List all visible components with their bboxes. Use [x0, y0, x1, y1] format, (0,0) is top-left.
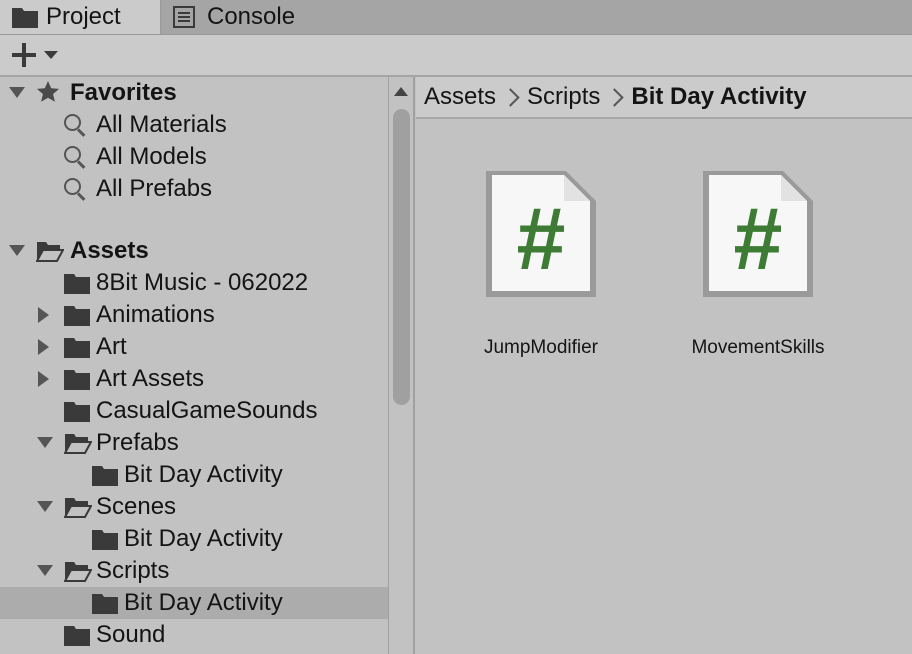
assets-label: Assets [70, 237, 149, 264]
collapse-arrow-icon[interactable] [9, 245, 25, 256]
favorite-item-all-prefabs[interactable]: All Prefabs [0, 173, 388, 205]
favorite-item-label: All Prefabs [96, 175, 213, 202]
tree-folder-art[interactable]: Art [0, 331, 388, 363]
folder-label: Bit Day Activity [124, 589, 283, 616]
csharp-script-icon: # [484, 169, 598, 299]
tree-folder-scenes-bit-day-activity[interactable]: Bit Day Activity [0, 523, 388, 555]
tab-bar: Project Console [0, 0, 912, 35]
asset-item-movementskills[interactable]: # MovementSkills [673, 169, 843, 369]
search-icon [64, 178, 86, 201]
collapse-arrow-icon[interactable] [37, 501, 53, 512]
tree-folder-art-assets[interactable]: Art Assets [0, 363, 388, 395]
folder-open-icon [63, 432, 93, 461]
csharp-script-icon: # [701, 169, 815, 299]
tree-folder-scenes[interactable]: Scenes [0, 491, 388, 523]
tree-folder-scripts[interactable]: Scripts [0, 555, 388, 587]
breadcrumb: Assets Scripts Bit Day Activity [416, 77, 912, 119]
favorite-item-label: All Materials [96, 111, 227, 138]
tree-assets[interactable]: Assets [0, 235, 388, 267]
tree-folder-prefabs-bit-day-activity[interactable]: Bit Day Activity [0, 459, 388, 491]
asset-name: MovementSkills [691, 337, 825, 358]
folder-label: Scenes [96, 493, 177, 520]
search-icon [64, 114, 86, 137]
project-tree: Favorites All Materials All Models All P… [0, 77, 388, 654]
tab-project-label: Project [46, 3, 121, 30]
tree-folder-8bit-music[interactable]: 8Bit Music - 062022 [0, 267, 388, 299]
folder-open-icon [63, 496, 93, 525]
breadcrumb-current[interactable]: Bit Day Activity [631, 83, 806, 111]
console-icon [173, 6, 199, 28]
tree-favorites[interactable]: Favorites [0, 77, 388, 109]
collapse-arrow-icon[interactable] [37, 565, 53, 576]
folder-label: Animations [96, 301, 215, 328]
folder-icon [12, 6, 38, 28]
expand-arrow-icon[interactable] [38, 307, 49, 323]
chevron-right-icon [501, 87, 520, 107]
folder-label: Bit Day Activity [124, 461, 283, 488]
scroll-up-arrow-icon[interactable] [394, 87, 408, 96]
favorite-item-all-models[interactable]: All Models [0, 141, 388, 173]
tree-folder-prefabs[interactable]: Prefabs [0, 427, 388, 459]
hash-glyph: # [517, 189, 566, 288]
star-icon [36, 80, 60, 111]
folder-icon [92, 593, 118, 621]
tree-folder-sound[interactable]: Sound [0, 619, 388, 651]
collapse-arrow-icon[interactable] [9, 87, 25, 98]
folder-label: Prefabs [96, 429, 179, 456]
collapse-arrow-icon[interactable] [37, 437, 53, 448]
breadcrumb-scripts[interactable]: Scripts [527, 83, 600, 111]
folder-label: 8Bit Music - 062022 [96, 269, 309, 296]
folder-label: CasualGameSounds [96, 397, 318, 424]
tree-folder-casualgamesounds[interactable]: CasualGameSounds [0, 395, 388, 427]
favorite-item-label: All Models [96, 143, 207, 170]
tree-scrollbar[interactable] [388, 77, 415, 654]
folder-icon [64, 625, 90, 653]
folder-label: Sound [96, 621, 166, 648]
folder-icon [92, 465, 118, 493]
project-toolbar [0, 35, 912, 77]
create-button[interactable] [12, 40, 64, 70]
asset-name: JumpModifier [483, 337, 599, 358]
favorite-item-all-materials[interactable]: All Materials [0, 109, 388, 141]
folder-icon [64, 305, 90, 333]
folder-open-icon [63, 560, 93, 589]
folder-icon [64, 401, 90, 429]
search-icon [64, 146, 86, 169]
expand-arrow-icon[interactable] [38, 371, 49, 387]
breadcrumb-assets[interactable]: Assets [424, 83, 496, 111]
chevron-right-icon [605, 87, 625, 107]
hash-glyph: # [734, 189, 783, 288]
tree-folder-scripts-bit-day-activity[interactable]: Bit Day Activity [0, 587, 388, 619]
asset-grid: # JumpModifier # MovementSkills [416, 119, 912, 654]
folder-label: Art Assets [96, 365, 205, 392]
favorites-label: Favorites [70, 79, 177, 106]
folder-label: Art [96, 333, 127, 360]
folder-icon [64, 369, 90, 397]
folder-icon [64, 337, 90, 365]
plus-icon [12, 43, 36, 67]
folder-icon [64, 273, 90, 301]
tab-console-label: Console [207, 3, 296, 30]
caret-down-icon [44, 51, 58, 59]
folder-label: Bit Day Activity [124, 525, 283, 552]
expand-arrow-icon[interactable] [38, 339, 49, 355]
tree-folder-animations[interactable]: Animations [0, 299, 388, 331]
folder-open-icon [35, 240, 65, 269]
folder-label: Scripts [96, 557, 170, 584]
scrollbar-thumb[interactable] [393, 109, 410, 405]
asset-item-jumpmodifier[interactable]: # JumpModifier [456, 169, 626, 369]
tab-console[interactable]: Console [161, 0, 321, 34]
tab-project[interactable]: Project [0, 0, 161, 34]
folder-icon [92, 529, 118, 557]
